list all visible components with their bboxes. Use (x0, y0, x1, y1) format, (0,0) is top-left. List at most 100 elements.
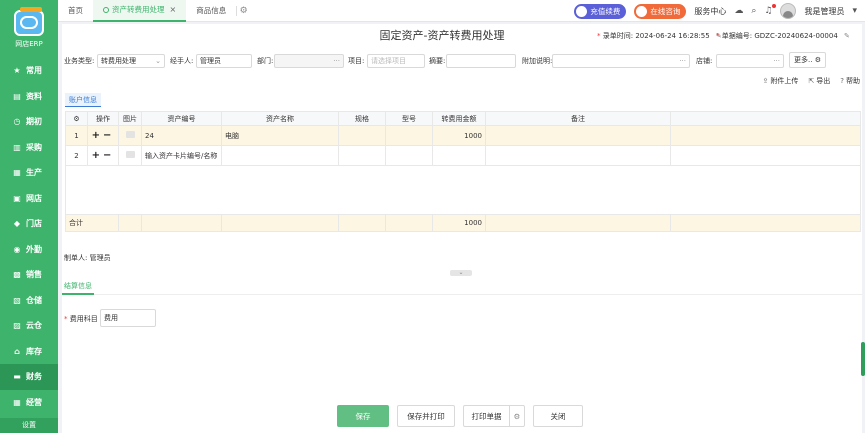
service-center-link[interactable]: 服务中心 (694, 6, 726, 17)
asset-no-input[interactable]: 输入资产卡片编号/名称 (141, 145, 222, 166)
sidebar-item-label: 生产 (26, 168, 42, 178)
sidebar: 网店ERP ★ 常用 ▤ 资料 ◷ 期初 ▥ 采购 ▦ 生产 ▣ 网店 ◆ 门店 ◉ 外勤 ▩ 销售 ▧ 仓储 ▨ 云仓 ⌂… (0, 0, 58, 433)
avatar[interactable] (780, 3, 797, 19)
sidebar-item[interactable]: ★ 常用 (0, 58, 58, 84)
add-row-icon[interactable]: + (92, 130, 103, 141)
shop-input[interactable]: ··· (716, 54, 784, 68)
chart-icon: ▦ (13, 397, 21, 407)
tab-home[interactable]: 首页 (58, 0, 93, 22)
bell-icon[interactable]: ♫ (764, 4, 777, 16)
spec-cell[interactable] (338, 125, 386, 146)
row-image[interactable] (118, 125, 142, 146)
amount-cell[interactable]: 1000 (432, 125, 486, 146)
sidebar-item-label: 经营 (26, 397, 42, 407)
remove-row-icon[interactable]: − (103, 130, 114, 141)
sidebar-item[interactable]: ▥ 采购 (0, 135, 58, 161)
tab-settlement-info[interactable]: 结算信息 (64, 281, 92, 291)
table-row[interactable]: 1 +− 24 电脑 1000 (65, 125, 861, 146)
note-input[interactable]: ··· (552, 54, 690, 68)
doc-no-label: 单据编号: (721, 32, 753, 40)
remark-cell[interactable] (485, 125, 671, 146)
cloud-icon[interactable]: ☁ (734, 6, 743, 16)
close-icon[interactable]: × (170, 5, 177, 14)
more-button[interactable]: 更多.. ⚙ (789, 52, 826, 68)
help-button[interactable]: ? 帮助 (840, 76, 860, 86)
sidebar-item[interactable]: ▨ 云仓 (0, 313, 58, 339)
print-settings-gear-icon[interactable]: ⚙ (509, 405, 525, 427)
col-header: 资产名称 (221, 111, 339, 126)
tab-bar: 首页 资产转费用处理 × 商品信息 ⚙ 充值续费 在线咨询 服务中心 ☁ ⌕ ♫… (58, 0, 865, 22)
fee-subject-input[interactable]: 费用 (100, 309, 156, 327)
sidebar-item[interactable]: ▬ 财务 (0, 364, 58, 390)
save-print-button[interactable]: 保存并打印 (397, 405, 455, 427)
add-row-icon[interactable]: + (92, 150, 103, 161)
summary-input[interactable] (446, 54, 516, 68)
save-button[interactable]: 保存 (337, 405, 389, 427)
row-image[interactable] (118, 145, 142, 166)
tab-product-info[interactable]: 商品信息 (186, 0, 236, 22)
search-icon[interactable]: ⌕ (751, 6, 756, 16)
business-type-value: 转费用处理 (101, 57, 136, 65)
tab-account-info[interactable]: 账户信息 (65, 93, 101, 107)
business-type-select[interactable]: 转费用处理 ⌄ (97, 54, 165, 68)
image-placeholder-icon (125, 151, 135, 158)
sidebar-item[interactable]: ▩ 销售 (0, 262, 58, 288)
spec-cell[interactable] (338, 145, 386, 166)
sidebar-item[interactable]: ▧ 仓储 (0, 288, 58, 314)
more-label: 更多.. (794, 56, 813, 64)
table-row[interactable]: 2 +− 输入资产卡片编号/名称 (65, 145, 861, 166)
recharge-button[interactable]: 充值续费 (574, 3, 627, 19)
chevron-down-icon[interactable]: ▾ (852, 6, 857, 16)
sidebar-item[interactable]: ◉ 外勤 (0, 237, 58, 263)
asset-name-cell[interactable]: 电脑 (221, 125, 339, 146)
project-input[interactable]: 请选择项目 (367, 54, 425, 68)
scroll-indicator[interactable] (861, 342, 865, 376)
table-header-row: ⚙ 操作 图片 资产编号 资产名称 规格 型号 转费用金额 备注 (65, 111, 861, 126)
doc-number: * 单据编号: GDZC-20240624-00004 ✎ (716, 32, 850, 40)
clock-icon: ◷ (13, 117, 21, 127)
edit-icon[interactable]: ✎ (844, 32, 850, 40)
user-name[interactable]: 我是管理员 (804, 6, 844, 17)
column-settings-gear-icon[interactable]: ⚙ (65, 111, 88, 126)
tab-asset-to-expense[interactable]: 资产转费用处理 × (93, 0, 187, 22)
recharge-label: 充值续费 (590, 6, 621, 16)
attach-upload-button[interactable]: ⇪ 附件上传 (763, 76, 799, 86)
settings-button[interactable]: 设置 (0, 418, 58, 433)
close-button[interactable]: 关闭 (533, 405, 583, 427)
sidebar-item[interactable]: ▦ 生产 (0, 160, 58, 186)
bottom-actions: 保存 保存并打印 打印单据 ⚙ 关闭 (337, 405, 583, 427)
logo[interactable]: 网店ERP (0, 0, 58, 58)
amount-cell[interactable] (432, 145, 486, 166)
store-icon: ◆ (13, 219, 21, 229)
table-total-row: 合计 1000 (65, 214, 861, 232)
divider (62, 293, 862, 295)
remove-row-icon[interactable]: − (103, 150, 114, 161)
sidebar-item-label: 网店 (26, 193, 42, 203)
total-label: 合计 (65, 214, 119, 232)
asset-no-cell[interactable]: 24 (141, 125, 222, 146)
blank-cell (670, 145, 861, 166)
print-doc-button[interactable]: 打印单据 (463, 405, 509, 427)
tab-settings-gear-icon[interactable]: ⚙ (236, 5, 250, 16)
handler-input[interactable]: 管理员 (196, 54, 252, 68)
sidebar-item[interactable]: ◷ 期初 (0, 109, 58, 135)
remark-cell[interactable] (485, 145, 671, 166)
fee-subject-text: 费用科目 (69, 315, 98, 323)
online-consult-button[interactable]: 在线咨询 (634, 3, 687, 19)
model-cell[interactable] (385, 145, 433, 166)
model-cell[interactable] (385, 125, 433, 146)
sidebar-item[interactable]: ▤ 资料 (0, 84, 58, 110)
notification-dot (772, 4, 777, 8)
asset-name-cell[interactable] (221, 145, 339, 166)
sidebar-item[interactable]: ▣ 网店 (0, 186, 58, 212)
topbar-right: 充值续费 在线咨询 服务中心 ☁ ⌕ ♫ 我是管理员 ▾ (574, 0, 857, 22)
refresh-icon[interactable] (103, 6, 109, 13)
department-input[interactable]: ··· (274, 54, 344, 68)
collapse-handle-icon[interactable]: ⌄ (450, 270, 472, 276)
sidebar-item[interactable]: ◆ 门店 (0, 211, 58, 237)
sales-icon: ▩ (13, 270, 21, 280)
sidebar-item[interactable]: ▦ 经营 (0, 390, 58, 416)
export-button[interactable]: ⇱ 导出 (808, 76, 830, 86)
sidebar-item[interactable]: ⌂ 库存 (0, 339, 58, 365)
sidebar-item-label: 采购 (26, 142, 42, 152)
